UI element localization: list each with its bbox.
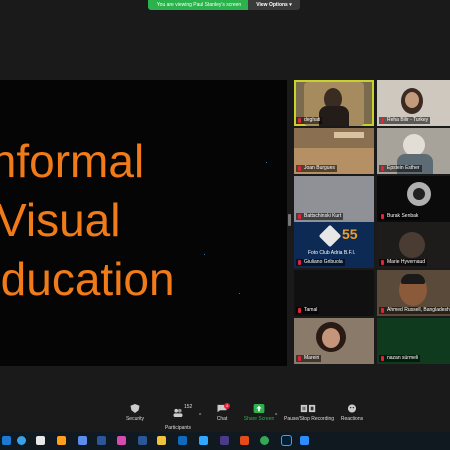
participant-name: Mareiri [296,355,322,362]
muted-mic-icon [298,260,301,265]
participant-name: Battschinski Kurt [296,213,344,220]
slide-line-2: Visual [0,194,121,246]
shield-icon [130,404,140,413]
view-options-button[interactable]: View Options ▾ [248,0,300,10]
chat-badge: 4 [224,403,230,409]
reactions-button[interactable]: Reactions [328,404,376,422]
participant-tile[interactable]: Joan Burgues [294,128,374,174]
slide-line-1: Informal [0,135,145,187]
viewing-screen-label: You are viewing Paul Stanley's screen [148,0,250,10]
lightroom-icon[interactable] [199,436,208,445]
participant-name: Burak Senbak [379,213,421,220]
video-icon[interactable] [78,436,87,445]
shared-screen: Informal Visual Education [0,80,287,366]
pdf-icon[interactable] [240,436,249,445]
chrome-icon[interactable] [260,436,269,445]
muted-mic-icon [381,356,384,361]
outlook-icon[interactable] [178,436,187,445]
word-icon[interactable] [138,436,147,445]
participant-name: nazan sürmeli [379,355,421,362]
slide-dot [266,162,267,163]
participant-name: Giuliano Gribuola [296,259,345,266]
pause-stop-recording-button[interactable]: Pause/Stop Recording [284,404,335,422]
muted-mic-icon [381,166,384,171]
photos-icon[interactable] [117,436,126,445]
club-logo-number: 55 [342,226,358,242]
zoom-icon[interactable] [300,436,309,445]
participant-tile[interactable]: Battschinski Kurt [294,176,374,222]
muted-mic-icon [298,118,301,123]
muted-mic-icon [298,356,301,361]
participants-button[interactable]: 152 Participants [154,404,202,431]
participant-name: Reha Bilir - Turkey [379,117,431,124]
share-screen-icon [253,404,265,413]
mail-icon[interactable] [97,436,106,445]
muted-mic-icon [381,308,384,313]
calendar-icon[interactable] [36,436,45,445]
explorer-icon[interactable] [157,436,166,445]
reactions-label: Reactions [340,416,364,422]
muted-mic-icon [298,166,301,171]
participant-tile[interactable]: Reha Bilir - Turkey [377,80,450,126]
participants-count: 152 [184,404,193,410]
file-explorer-icon[interactable] [57,436,66,445]
participant-tile[interactable]: Burak Senbak [377,176,450,222]
participant-name: Joan Burgues [296,165,337,172]
share-caret-icon[interactable]: ^ [275,413,277,419]
windows-start-icon[interactable] [2,436,11,445]
muted-mic-icon [298,214,301,219]
split-divider-handle[interactable] [288,214,291,226]
reactions-icon [347,404,357,413]
muted-mic-icon [381,260,384,265]
slide-line-3: Education [0,253,175,305]
participant-tile[interactable]: Tamal [294,270,374,316]
participant-tile[interactable]: Epstein Esther [377,128,450,174]
club-logo-text: Foto Club Adria B.F.I. [308,250,356,256]
photoshop-icon[interactable] [281,435,292,446]
participants-icon [173,408,183,417]
security-button[interactable]: Security [111,404,159,422]
participant-name: Epstein Esther [379,165,422,172]
slide-dot [239,293,240,294]
participants-label: Participants [164,425,192,431]
participant-tile[interactable]: nazan sürmeli [377,318,450,364]
pause-stop-recording-label: Pause/Stop Recording [284,416,335,422]
participant-name: Ahmed Russell, Bangladesh [379,307,450,314]
pause-stop-icon [300,404,316,413]
muted-mic-icon [298,308,301,313]
security-label: Security [125,416,145,422]
participant-tile[interactable]: Mareiri [294,318,374,364]
participant-name: Tamal [296,307,320,314]
muted-mic-icon [381,214,384,219]
participant-tile[interactable]: Marie Hyvernaud [377,222,450,268]
participant-tile[interactable]: deghati [294,80,374,126]
participant-name: Marie Hyvernaud [379,259,428,266]
participant-name: deghati [296,117,323,124]
edge-icon[interactable] [17,436,26,445]
muted-mic-icon [381,118,384,123]
participant-tile[interactable]: 55 Foto Club Adria B.F.I. Giuliano Gribu… [294,222,374,268]
slide-dot [204,254,205,255]
downloads-icon[interactable] [220,436,229,445]
participant-tile[interactable]: Ahmed Russell, Bangladesh [377,270,450,316]
